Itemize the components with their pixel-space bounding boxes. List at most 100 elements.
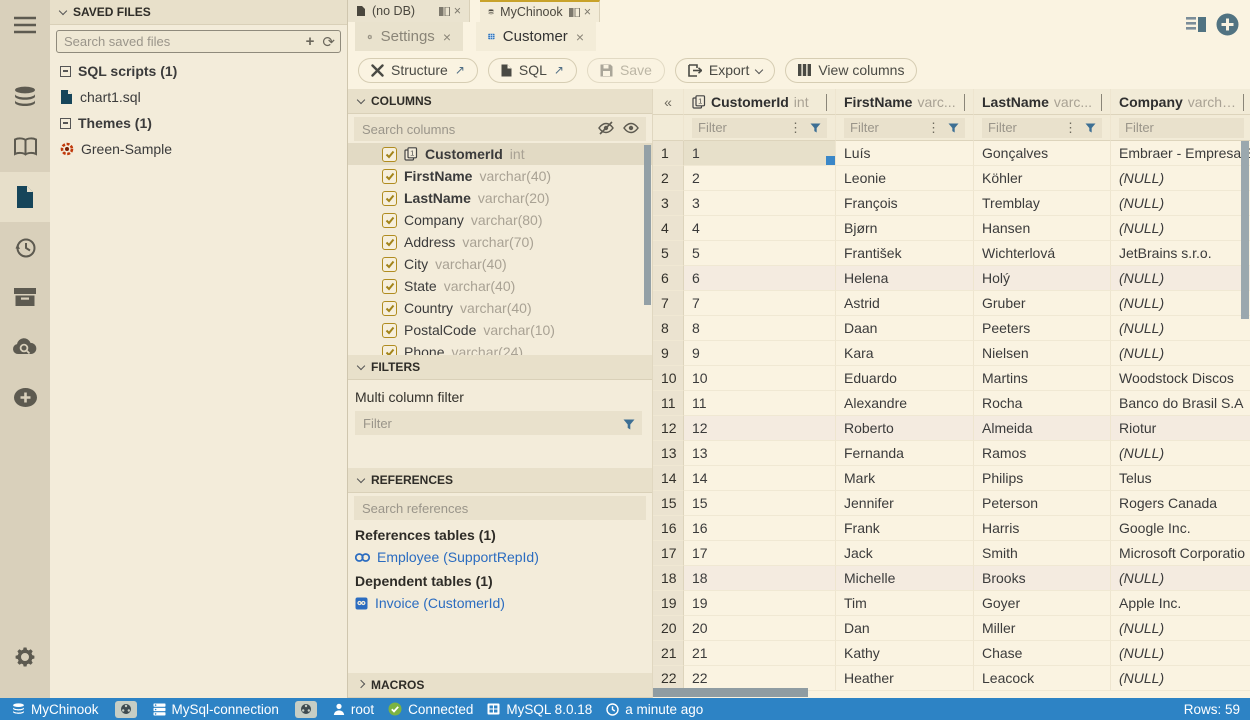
row-number-cell[interactable]: 4	[653, 216, 684, 241]
cell-company[interactable]: Riotur	[1111, 416, 1250, 441]
cell-customerid[interactable]: 9	[684, 341, 836, 366]
grid-data-row[interactable]: 2020DanMiller(NULL)	[653, 616, 1250, 641]
connection-color-badge[interactable]	[295, 701, 317, 718]
grid-data-row[interactable]: 55FrantišekWichterlováJetBrains s.r.o.	[653, 241, 1250, 266]
multi-column-filter-input[interactable]	[355, 411, 642, 435]
filter-input[interactable]: Filter	[1125, 120, 1238, 135]
kebab-icon[interactable]: ⋮	[789, 120, 802, 136]
filter-input[interactable]: Filter	[850, 120, 919, 135]
cell-company[interactable]: (NULL)	[1111, 191, 1250, 216]
kebab-icon[interactable]: ⋮	[1064, 120, 1077, 136]
row-number-cell[interactable]: 21	[653, 641, 684, 666]
hide-all-icon[interactable]	[598, 121, 614, 135]
cell-company[interactable]: Banco do Brasil S.A	[1111, 391, 1250, 416]
files-icon[interactable]	[0, 172, 50, 222]
row-number-cell[interactable]: 8	[653, 316, 684, 341]
column-item-FirstName[interactable]: FirstNamevarchar(40)	[348, 165, 652, 187]
checkbox-checked-icon[interactable]	[382, 191, 397, 206]
cell-firstname[interactable]: Helena	[836, 266, 974, 291]
filter-cell-FirstName[interactable]: Filter⋮	[836, 115, 974, 141]
cell-firstname[interactable]: Jennifer	[836, 491, 974, 516]
funnel-icon[interactable]	[810, 123, 821, 133]
row-number-cell[interactable]: 15	[653, 491, 684, 516]
cell-customerid[interactable]: 15	[684, 491, 836, 516]
book-icon[interactable]	[0, 122, 50, 172]
column-item-CustomerId[interactable]: 1CustomerIdint	[348, 143, 652, 165]
cell-lastname[interactable]: Harris	[974, 516, 1111, 541]
cell-firstname[interactable]: Leonie	[836, 166, 974, 191]
cell-customerid[interactable]: 11	[684, 391, 836, 416]
filter-cell-Company[interactable]: Filter	[1111, 115, 1250, 141]
cell-lastname[interactable]: Ramos	[974, 441, 1111, 466]
file-item-chart1[interactable]: chart1.sql	[50, 84, 347, 110]
grid-data-row[interactable]: 22LeonieKöhler(NULL)	[653, 166, 1250, 191]
cell-company[interactable]: Google Inc.	[1111, 516, 1250, 541]
cell-company[interactable]: Apple Inc.	[1111, 591, 1250, 616]
cell-customerid[interactable]: 7	[684, 291, 836, 316]
column-item-Country[interactable]: Countryvarchar(40)	[348, 297, 652, 319]
cell-customerid[interactable]: 20	[684, 616, 836, 641]
row-number-cell[interactable]: 20	[653, 616, 684, 641]
grid-column-header-Company[interactable]: Companyvarchar(80	[1111, 89, 1250, 115]
cell-firstname[interactable]: Daan	[836, 316, 974, 341]
cell-customerid[interactable]: 1	[684, 141, 836, 166]
cell-customerid[interactable]: 21	[684, 641, 836, 666]
cell-firstname[interactable]: Astrid	[836, 291, 974, 316]
cell-firstname[interactable]: Jack	[836, 541, 974, 566]
collapse-box-icon[interactable]	[60, 118, 71, 129]
row-number-cell[interactable]: 1	[653, 141, 684, 166]
row-number-cell[interactable]: 19	[653, 591, 684, 616]
show-all-icon[interactable]	[623, 121, 639, 135]
cell-firstname[interactable]: Alexandre	[836, 391, 974, 416]
export-button[interactable]: Export	[675, 58, 775, 83]
tab-settings[interactable]: Settings ×	[355, 22, 463, 51]
cell-lastname[interactable]: Peterson	[974, 491, 1111, 516]
checkbox-checked-icon[interactable]	[382, 345, 397, 356]
cell-data-view-icon[interactable]	[1186, 16, 1208, 34]
cell-company[interactable]: (NULL)	[1111, 291, 1250, 316]
row-number-cell[interactable]: 5	[653, 241, 684, 266]
reference-link-employee[interactable]: Employee (SupportRepId)	[348, 546, 652, 568]
add-widget-icon[interactable]	[1215, 12, 1240, 37]
cell-firstname[interactable]: Michelle	[836, 566, 974, 591]
row-number-cell[interactable]: 16	[653, 516, 684, 541]
column-item-State[interactable]: Statevarchar(40)	[348, 275, 652, 297]
row-number-cell[interactable]: 9	[653, 341, 684, 366]
cell-company[interactable]: (NULL)	[1111, 616, 1250, 641]
cell-company[interactable]: (NULL)	[1111, 441, 1250, 466]
search-references-input[interactable]	[354, 496, 646, 520]
cell-company[interactable]: (NULL)	[1111, 666, 1250, 691]
cell-lastname[interactable]: Almeida	[974, 416, 1111, 441]
search-saved-files-input[interactable]	[56, 30, 341, 53]
row-number-cell[interactable]: 6	[653, 266, 684, 291]
close-icon[interactable]: ×	[584, 5, 591, 19]
cell-customerid[interactable]: 14	[684, 466, 836, 491]
row-number-cell[interactable]: 14	[653, 466, 684, 491]
cell-customerid[interactable]: 13	[684, 441, 836, 466]
filter-input[interactable]: Filter	[988, 120, 1056, 135]
cell-lastname[interactable]: Smith	[974, 541, 1111, 566]
saved-files-header[interactable]: SAVED FILES	[50, 0, 347, 25]
cell-company[interactable]: Woodstock Discos	[1111, 366, 1250, 391]
grid-vertical-scrollbar[interactable]	[1241, 141, 1249, 319]
add-file-icon[interactable]: +	[306, 33, 315, 51]
db-tab-no-db[interactable]: (no DB) ×	[348, 0, 470, 22]
grid-data-row[interactable]: 1919TimGoyerApple Inc.	[653, 591, 1250, 616]
row-number-cell[interactable]: 12	[653, 416, 684, 441]
status-database[interactable]: MyChinook	[8, 702, 103, 717]
row-number-cell[interactable]: 17	[653, 541, 684, 566]
grid-data-row[interactable]: 1313FernandaRamos(NULL)	[653, 441, 1250, 466]
structure-button[interactable]: Structure↗	[358, 58, 478, 83]
cell-company[interactable]: Telus	[1111, 466, 1250, 491]
cell-firstname[interactable]: Tim	[836, 591, 974, 616]
cell-firstname[interactable]: François	[836, 191, 974, 216]
column-item-Company[interactable]: Companyvarchar(80)	[348, 209, 652, 231]
cell-lastname[interactable]: Gruber	[974, 291, 1111, 316]
cell-lastname[interactable]: Gonçalves	[974, 141, 1111, 166]
add-icon[interactable]	[0, 372, 50, 422]
grid-data-row[interactable]: 1515JenniferPetersonRogers Canada	[653, 491, 1250, 516]
cell-lastname[interactable]: Goyer	[974, 591, 1111, 616]
cell-lastname[interactable]: Tremblay	[974, 191, 1111, 216]
cell-customerid[interactable]: 18	[684, 566, 836, 591]
cell-lastname[interactable]: Leacock	[974, 666, 1111, 691]
